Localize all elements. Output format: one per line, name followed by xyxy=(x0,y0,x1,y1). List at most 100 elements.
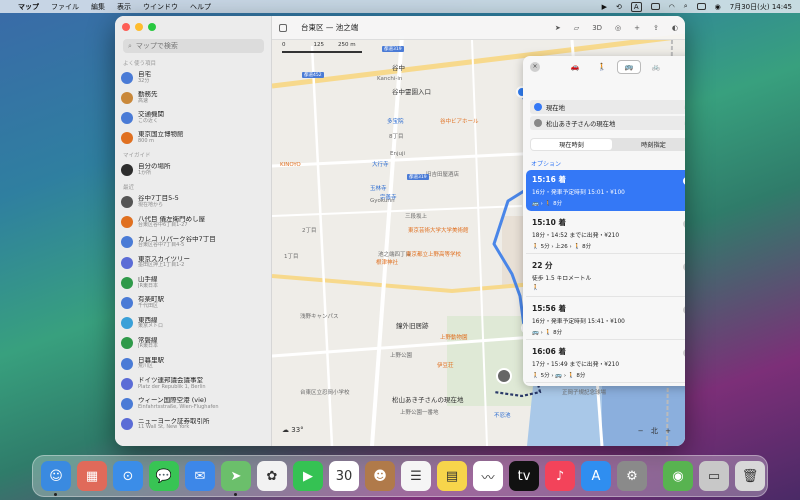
route-option[interactable]: 15:16 着 16分・発車予定時刻 15:01・¥100 🚌 › 🚶 8分 › xyxy=(526,170,685,211)
sidebar-item[interactable]: 常磐線 JR東日本 xyxy=(121,333,267,353)
sidebar-item[interactable]: 東京スカイツリー 墨田区押上1丁目1-2 xyxy=(121,253,267,273)
sidebar-item[interactable]: 山手線 JR東日本 xyxy=(121,273,267,293)
launchpad-icon[interactable]: ▦ xyxy=(77,461,107,491)
reorder-icon[interactable]: ≡ xyxy=(684,120,685,127)
car-icon[interactable]: 🚗 xyxy=(563,60,587,74)
messages-icon[interactable]: 💬 xyxy=(149,461,179,491)
map-label[interactable]: 上野動物園 xyxy=(440,333,468,341)
route-option[interactable]: 15:56 着 16分・発車予定時刻 15:41・¥100 🚌 › 🚶 8分 › xyxy=(526,299,685,340)
zoom-window-button[interactable] xyxy=(148,23,156,31)
map-label[interactable]: Enjuji xyxy=(390,151,405,157)
map-label[interactable]: KINOYO xyxy=(280,162,301,168)
notes-icon[interactable]: ▤ xyxy=(437,461,467,491)
walk-icon[interactable]: 🚶 xyxy=(590,60,614,74)
sidebar-item[interactable]: 谷中7丁目5-5 現在地から xyxy=(121,192,267,212)
media-icon[interactable]: ▶ xyxy=(602,3,607,11)
account-icon[interactable]: ◐ xyxy=(672,24,678,32)
map-label[interactable]: 根津神社 xyxy=(376,258,398,266)
route-details-chevron-icon[interactable]: › xyxy=(683,263,685,271)
add-icon[interactable]: + xyxy=(634,24,640,32)
location-arrow-icon[interactable]: ➤ xyxy=(555,24,561,32)
wifi-icon[interactable]: ◠ xyxy=(669,3,675,11)
battery-icon[interactable] xyxy=(650,3,660,10)
zoom-in-button[interactable]: + xyxy=(665,427,671,435)
contacts-icon[interactable]: ☻ xyxy=(365,461,395,491)
map-label[interactable]: 浅野キャンパス xyxy=(300,312,339,320)
timemachine-icon[interactable]: ⟲ xyxy=(616,3,622,11)
sidebar-item[interactable]: ニューヨーク証券取引所 11 Wall St, New York xyxy=(121,414,267,434)
mail-icon[interactable]: ✉ xyxy=(185,461,215,491)
map-label[interactable]: 正岡子規記念球場 xyxy=(562,388,606,396)
options-label[interactable]: オプション xyxy=(531,159,561,168)
map-label[interactable]: 鐘外旧居跡 xyxy=(396,320,429,330)
music-icon[interactable]: ♪ xyxy=(545,461,575,491)
map-label[interactable]: 台東区立忍岡小学校 xyxy=(300,388,350,396)
close-window-button[interactable] xyxy=(122,23,130,31)
search-icon[interactable]: ⌕ xyxy=(684,2,688,11)
menu-help[interactable]: ヘルプ xyxy=(190,2,211,12)
trash-icon[interactable]: 🗑 xyxy=(735,461,765,491)
tab-schedule[interactable]: 時刻指定 xyxy=(613,138,685,151)
menu-file[interactable]: ファイル xyxy=(51,2,79,12)
map-label[interactable]: Gyokurin xyxy=(370,198,395,204)
route-details-chevron-icon[interactable]: › xyxy=(683,349,685,357)
menu-window[interactable]: ウインドウ xyxy=(143,2,178,12)
sidebar-item[interactable]: 日暮里駅 荒川区 xyxy=(121,354,267,374)
search-field[interactable]: ⌕ xyxy=(123,39,264,53)
appstore-icon[interactable]: A xyxy=(581,461,611,491)
sidebar-item[interactable]: 勤務先 高速 xyxy=(121,88,267,108)
route-option[interactable]: 16:06 着 17分・15:49 までに出発・¥210 🚶 5分 › 🚌 › 🚶 … xyxy=(526,342,685,383)
facetime-icon[interactable]: ▶ xyxy=(293,461,323,491)
sidebar-item[interactable]: 八代目 儀左衛門めし屋 台東区谷中6丁目1-27 xyxy=(121,212,267,232)
photos-icon[interactable]: ✿ xyxy=(257,461,287,491)
tab-now[interactable]: 現在時刻 xyxy=(531,139,612,150)
maps-icon[interactable]: ➤ xyxy=(221,461,251,496)
zoom-out-button[interactable]: − xyxy=(638,427,644,435)
menu-edit[interactable]: 編集 xyxy=(91,2,105,12)
appletv-icon[interactable]: tv xyxy=(509,461,539,491)
map-label[interactable]: 2丁目 xyxy=(302,226,317,234)
menu-view[interactable]: 表示 xyxy=(117,2,131,12)
route-option[interactable]: 22 分徒歩 1.5 キロメートル 🚶 › xyxy=(526,256,685,297)
lookaround-icon[interactable]: ◎ xyxy=(615,24,621,32)
friend-location-marker[interactable] xyxy=(496,368,512,384)
bike-icon[interactable]: 🚲 xyxy=(644,60,668,74)
sidebar-item[interactable]: 自宅 32分 xyxy=(121,68,267,88)
map-mode-icon[interactable]: ▱ xyxy=(574,24,579,32)
map-label[interactable]: 大行寺 xyxy=(372,160,389,168)
map-label[interactable]: 1丁目 xyxy=(284,252,299,260)
route-details-chevron-icon[interactable]: › xyxy=(683,306,685,314)
map-label[interactable]: 谷中霊園入口 xyxy=(392,86,431,96)
finder-icon[interactable]: ☺ xyxy=(41,461,71,496)
search-input[interactable] xyxy=(135,42,246,50)
sidebar-item[interactable]: ドイツ連邦議会議事堂 Platz der Republik 1, Berlin xyxy=(121,374,267,394)
from-field[interactable]: 現在地 ≡ xyxy=(530,100,685,114)
input-indicator[interactable]: A xyxy=(630,1,642,12)
map-label[interactable]: 8丁目 xyxy=(389,132,404,140)
close-directions-button[interactable]: × xyxy=(530,62,540,72)
sidebar-item[interactable]: 東京国立博物館 800 m xyxy=(121,128,267,148)
sidebar-item[interactable]: カレコ リパーク谷中7丁目 台東区谷中7丁目4-5 xyxy=(121,232,267,252)
map-label[interactable]: 旧吉田屋酒店 xyxy=(426,170,459,178)
map-label[interactable]: 松山あき子さんの現在地 xyxy=(392,394,464,404)
map-label[interactable]: 東京都立上野高等学校 xyxy=(406,250,461,258)
findmy-icon[interactable]: ◉ xyxy=(663,461,693,491)
to-field[interactable]: 松山あき子さんの現在地 ≡ xyxy=(530,116,685,130)
sidebar-item[interactable]: 有楽町駅 千代田区 xyxy=(121,293,267,313)
map-label[interactable]: 玉林寺 xyxy=(370,184,387,192)
siri-icon[interactable]: ◉ xyxy=(715,3,721,11)
minimize-window-button[interactable] xyxy=(135,23,143,31)
sidebar-item[interactable]: 自分の場所 1か所 xyxy=(121,160,267,180)
calendar-icon[interactable]: 30 xyxy=(329,461,359,491)
sidebar-toggle-icon[interactable] xyxy=(279,23,287,32)
map-label[interactable]: Kanchi-in xyxy=(377,76,402,82)
route-details-chevron-icon[interactable]: › xyxy=(683,177,685,185)
map-label[interactable]: 上野公園 xyxy=(390,351,412,359)
settings-icon[interactable]: ⚙ xyxy=(617,461,647,491)
toggle-3d-button[interactable]: 3D xyxy=(592,24,602,32)
map-label[interactable]: 伊豆荘 xyxy=(437,361,454,369)
map-label[interactable]: 谷中 xyxy=(392,62,405,72)
downloads-icon[interactable]: ▭ xyxy=(699,461,729,491)
map-label[interactable]: 不忍池 xyxy=(494,411,511,419)
compass[interactable]: − 北 + xyxy=(638,426,671,436)
